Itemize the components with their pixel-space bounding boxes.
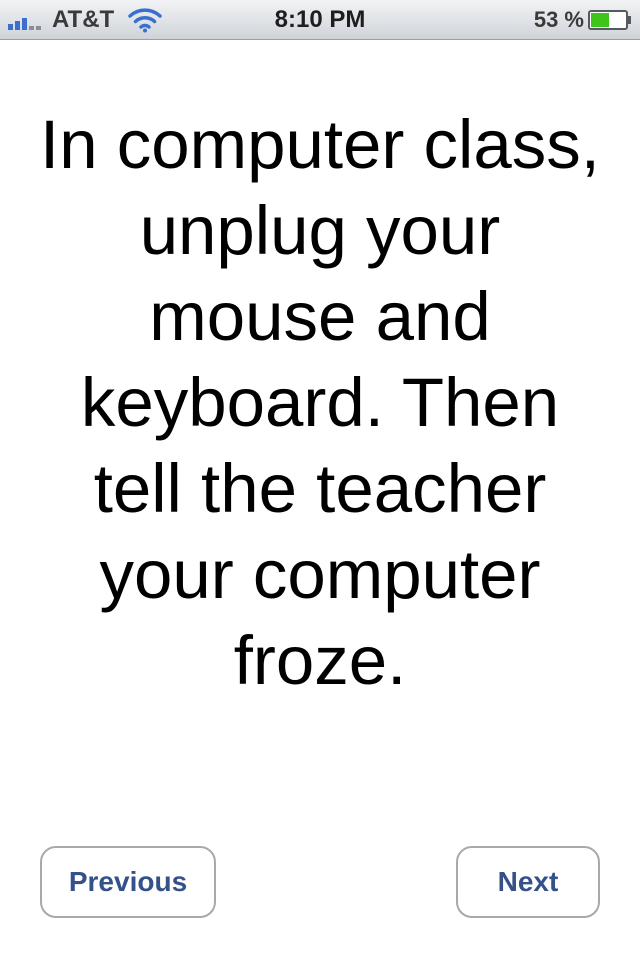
app-screen: AT&T 8:10 PM 53 % In computer class, unp… (0, 0, 640, 960)
status-bar: AT&T 8:10 PM 53 % (0, 0, 640, 40)
next-button[interactable]: Next (456, 846, 600, 918)
battery-icon (588, 10, 631, 30)
flashcard-message: In computer class, unplug your mouse and… (40, 106, 600, 699)
battery-percentage: 53 % (533, 7, 584, 32)
previous-button[interactable]: Previous (40, 846, 216, 918)
